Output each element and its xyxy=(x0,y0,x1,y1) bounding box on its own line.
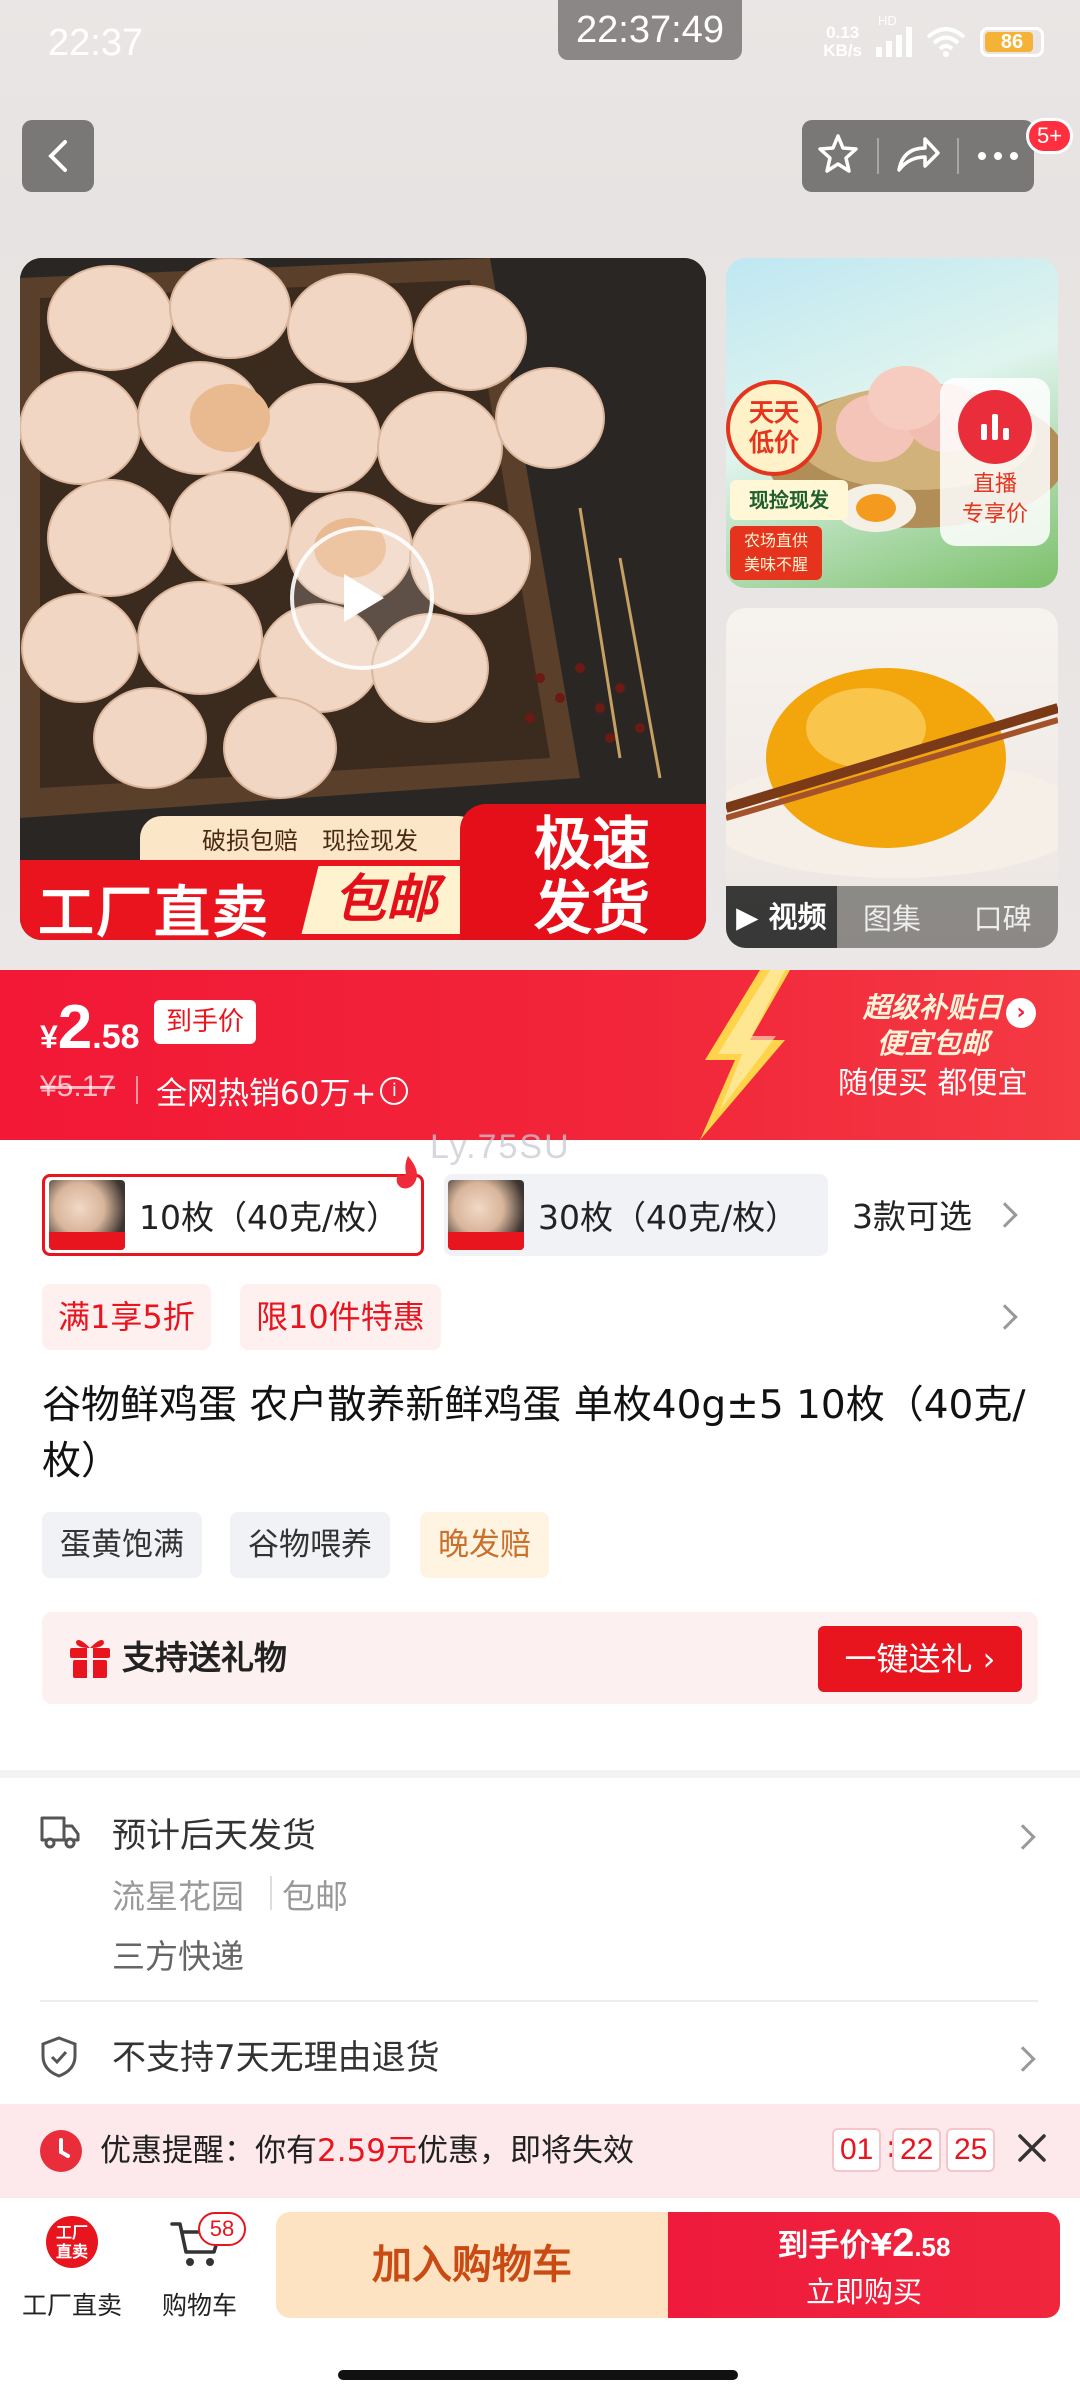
favorite-button[interactable] xyxy=(816,132,860,180)
main-product-image[interactable]: 破损包赔 现捡现发 工厂直卖 包邮 极速 发货 xyxy=(20,258,706,940)
sku-thumbnail xyxy=(49,1180,125,1250)
factory-store-icon[interactable]: 工厂 直卖 xyxy=(46,2216,98,2268)
live-icon xyxy=(958,390,1032,464)
close-reminder-button[interactable] xyxy=(1014,2130,1050,2166)
tab-gallery[interactable]: 图集 xyxy=(837,896,948,938)
ship-estimate: 预计后天发货 xyxy=(112,1816,316,1856)
play-small-icon: ▶ xyxy=(736,900,759,934)
more-icon xyxy=(977,151,1018,160)
header-actions xyxy=(802,120,1034,192)
gift-bar: 支持送礼物 一键送礼 › xyxy=(42,1612,1038,1704)
play-icon xyxy=(344,574,384,622)
final-price: ¥2.58 xyxy=(40,993,140,1062)
photo-banner-guarantee: 破损包赔 现捡现发 xyxy=(140,816,480,860)
wifi-icon xyxy=(926,27,966,57)
more-skus-link[interactable]: 3款可选 xyxy=(852,1190,972,1238)
back-button[interactable] xyxy=(22,120,94,192)
battery-icon: 86 xyxy=(980,27,1044,57)
alarm-icon xyxy=(40,2130,82,2172)
media-tabs: ▶ 视频 图集 口碑 xyxy=(726,886,1058,948)
subsidy-arrow-icon[interactable]: › xyxy=(1006,998,1036,1028)
factory-store-label[interactable]: 工厂直卖 xyxy=(22,2286,122,2322)
timer-seconds: 25 xyxy=(946,2128,996,2172)
cart-count-badge: 58 xyxy=(198,2212,246,2246)
ship-courier: 三方快递 xyxy=(112,1937,244,1976)
sku-option-selected[interactable]: 10枚（40克/枚） xyxy=(42,1174,424,1256)
photo-banner-fast-ship: 极速 发货 xyxy=(460,804,706,940)
send-gift-button[interactable]: 一键送礼 › xyxy=(818,1626,1022,1692)
tab-reviews[interactable]: 口碑 xyxy=(947,896,1058,938)
ship-free: 包邮 xyxy=(282,1877,348,1916)
feature-tag: 蛋黄饱满 xyxy=(42,1512,202,1578)
service-tag: 晚发赔 xyxy=(420,1512,549,1578)
timer-hours: 01 xyxy=(832,2128,882,2172)
price-banner: ¥2.58 到手价 ¥5.17 全网热销60万+ i 超级补贴日 便宜包邮 随便… xyxy=(0,970,1080,1140)
more-button[interactable] xyxy=(976,147,1020,166)
chevron-left-icon xyxy=(48,140,67,172)
truck-icon xyxy=(40,1816,80,1849)
chevron-right-icon xyxy=(1010,2046,1036,2072)
clock-overlay: 22:37:49 xyxy=(558,0,742,60)
original-price: ¥5.17 xyxy=(40,1070,116,1103)
live-price-card[interactable]: 直播 专享价 xyxy=(940,378,1050,546)
status-time: 22:37 xyxy=(48,22,144,64)
sku-option[interactable]: 30枚（40克/枚） xyxy=(444,1174,828,1256)
add-to-cart-button[interactable]: 加入购物车 xyxy=(276,2212,668,2318)
sku-thumbnail xyxy=(448,1180,524,1250)
timer-minutes: 22 xyxy=(892,2128,942,2172)
more-badge: 5+ xyxy=(1026,118,1074,154)
side-image-1[interactable]: 天天 低价 现捡现发 农场直供 美味不腥 直播 专享价 xyxy=(726,258,1058,588)
product-title: 谷物鲜鸡蛋 农户散养新鲜鸡蛋 单枚40g±5 10枚（40克/枚） xyxy=(42,1383,1026,1484)
flame-icon xyxy=(396,1156,417,1189)
sales-info[interactable]: 全网热销60万+ i xyxy=(156,1068,409,1113)
shield-icon xyxy=(41,2036,77,2078)
info-icon: i xyxy=(380,1076,409,1105)
side-tag-fresh: 现捡现发 xyxy=(730,480,848,520)
watermark: Ly.75SU xyxy=(430,1128,571,1166)
gift-label: 支持送礼物 xyxy=(122,1638,287,1677)
signal-icon: HD xyxy=(876,13,912,57)
tab-video[interactable]: ▶ 视频 xyxy=(726,886,837,948)
feature-tag: 谷物喂养 xyxy=(230,1512,390,1578)
play-video-button[interactable] xyxy=(290,526,434,670)
promo-discount[interactable]: 满1享5折 xyxy=(42,1284,211,1350)
bottom-action-bar: 工厂 直卖 工厂直卖 58 购物车 加入购物车 到手价¥2.58 立即购买 xyxy=(0,2198,1080,2400)
chevron-right-icon xyxy=(1010,1824,1036,1850)
shipping-section[interactable]: 预计后天发货 流星花园 包邮 三方快递 不支持7天无理由退货 xyxy=(0,1778,1080,2104)
return-policy: 不支持7天无理由退货 xyxy=(112,2038,440,2078)
net-speed: 0.13 KB/s xyxy=(823,23,862,60)
lightning-icon xyxy=(700,970,790,1140)
daily-low-price-badge: 天天 低价 xyxy=(726,380,822,476)
home-indicator[interactable] xyxy=(338,2370,738,2380)
share-icon xyxy=(897,137,940,172)
battery-level: 86 xyxy=(1000,30,1024,53)
promo-limited[interactable]: 限10件特惠 xyxy=(240,1284,441,1350)
cart-label[interactable]: 购物车 xyxy=(162,2286,237,2322)
ship-origin: 流星花园 xyxy=(112,1877,244,1916)
status-icons: 0.13 KB/s HD 86 xyxy=(823,13,1044,60)
photo-banner-factory: 工厂直卖 包邮 xyxy=(20,860,479,940)
star-icon xyxy=(818,134,858,173)
share-button[interactable] xyxy=(895,134,941,178)
side-tag-farm: 农场直供 美味不腥 xyxy=(730,526,822,580)
network-tag: HD xyxy=(878,13,897,28)
subsidy-promo[interactable]: 超级补贴日 便宜包邮 随便买 都便宜 xyxy=(838,990,1028,1106)
price-type-tag: 到手价 xyxy=(154,1000,257,1044)
gift-icon xyxy=(70,1640,110,1678)
buy-now-button[interactable]: 到手价¥2.58 立即购买 xyxy=(668,2212,1060,2318)
